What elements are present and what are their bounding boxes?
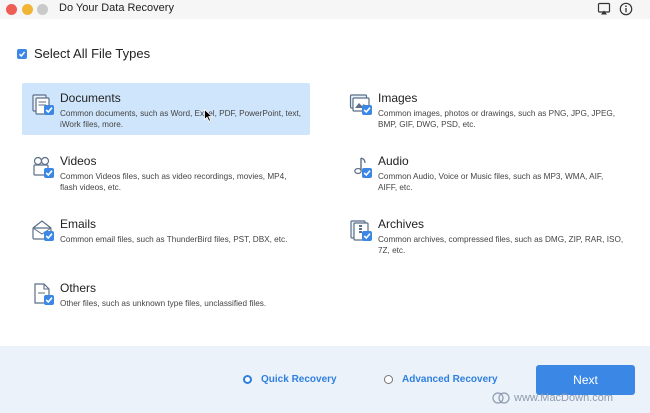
file-type-title: Documents xyxy=(60,91,121,105)
file-type-images[interactable]: Images Common images, photos or drawings… xyxy=(340,83,628,135)
file-type-emails[interactable]: Emails Common email files, such as Thund… xyxy=(22,209,310,261)
file-type-others[interactable]: Others Other files, such as unknown type… xyxy=(22,273,310,325)
file-type-videos[interactable]: Videos Common Videos files, such as vide… xyxy=(22,146,310,198)
file-type-title: Emails xyxy=(60,217,97,231)
file-type-title: Audio xyxy=(378,154,409,168)
quick-recovery-option[interactable]: Quick Recovery xyxy=(243,374,337,385)
file-type-description: Common documents, such as Word, Excel, P… xyxy=(60,109,302,129)
advanced-recovery-label: Advanced Recovery xyxy=(402,374,498,385)
file-type-documents[interactable]: Documents Common documents, such as Word… xyxy=(22,83,310,135)
select-all-checkbox[interactable] xyxy=(17,48,27,59)
zoom-window-button[interactable] xyxy=(37,4,48,15)
file-type-description: Common images, photos or drawings, such … xyxy=(378,109,616,129)
archives-icon xyxy=(350,220,372,241)
select-all-file-types[interactable]: Select All File Types xyxy=(17,46,150,61)
watermark-text: www.MacDown.com xyxy=(514,392,614,404)
next-button[interactable]: Next xyxy=(536,365,635,395)
quick-recovery-label: Quick Recovery xyxy=(261,374,337,385)
file-type-description: Other files, such as unknown type files,… xyxy=(60,299,267,308)
others-icon xyxy=(34,283,54,305)
macdown-logo-icon xyxy=(492,392,510,404)
select-all-label: Select All File Types xyxy=(34,46,151,61)
info-icon[interactable] xyxy=(619,2,633,16)
close-window-button[interactable] xyxy=(6,4,17,15)
minimize-window-button[interactable] xyxy=(22,4,33,15)
file-type-description: Common archives, compressed files, such … xyxy=(378,235,624,255)
emails-icon xyxy=(32,220,54,241)
audio-icon xyxy=(354,157,372,178)
file-type-audio[interactable]: Audio Common Audio, Voice or Music files… xyxy=(340,146,628,198)
quick-recovery-radio[interactable] xyxy=(243,375,252,384)
mouse-cursor-icon xyxy=(204,109,213,122)
videos-icon xyxy=(33,156,54,178)
window-title: Do Your Data Recovery xyxy=(59,2,174,14)
images-icon xyxy=(349,94,372,115)
file-type-archives[interactable]: Archives Common archives, compressed fil… xyxy=(340,209,628,261)
file-type-title: Videos xyxy=(60,154,97,168)
feedback-icon[interactable] xyxy=(597,2,611,16)
title-bar: Do Your Data Recovery xyxy=(0,0,650,19)
watermark: www.MacDown.com xyxy=(492,392,613,404)
file-type-description: Common Videos files, such as video recor… xyxy=(60,172,287,192)
file-type-title: Images xyxy=(378,91,418,105)
advanced-recovery-radio[interactable] xyxy=(384,375,393,384)
advanced-recovery-option[interactable]: Advanced Recovery xyxy=(384,374,498,385)
file-type-description: Common email files, such as ThunderBird … xyxy=(60,235,288,244)
file-type-description: Common Audio, Voice or Music files, such… xyxy=(378,172,604,192)
file-type-title: Others xyxy=(60,281,97,295)
file-type-title: Archives xyxy=(378,217,425,231)
documents-icon xyxy=(32,94,54,115)
